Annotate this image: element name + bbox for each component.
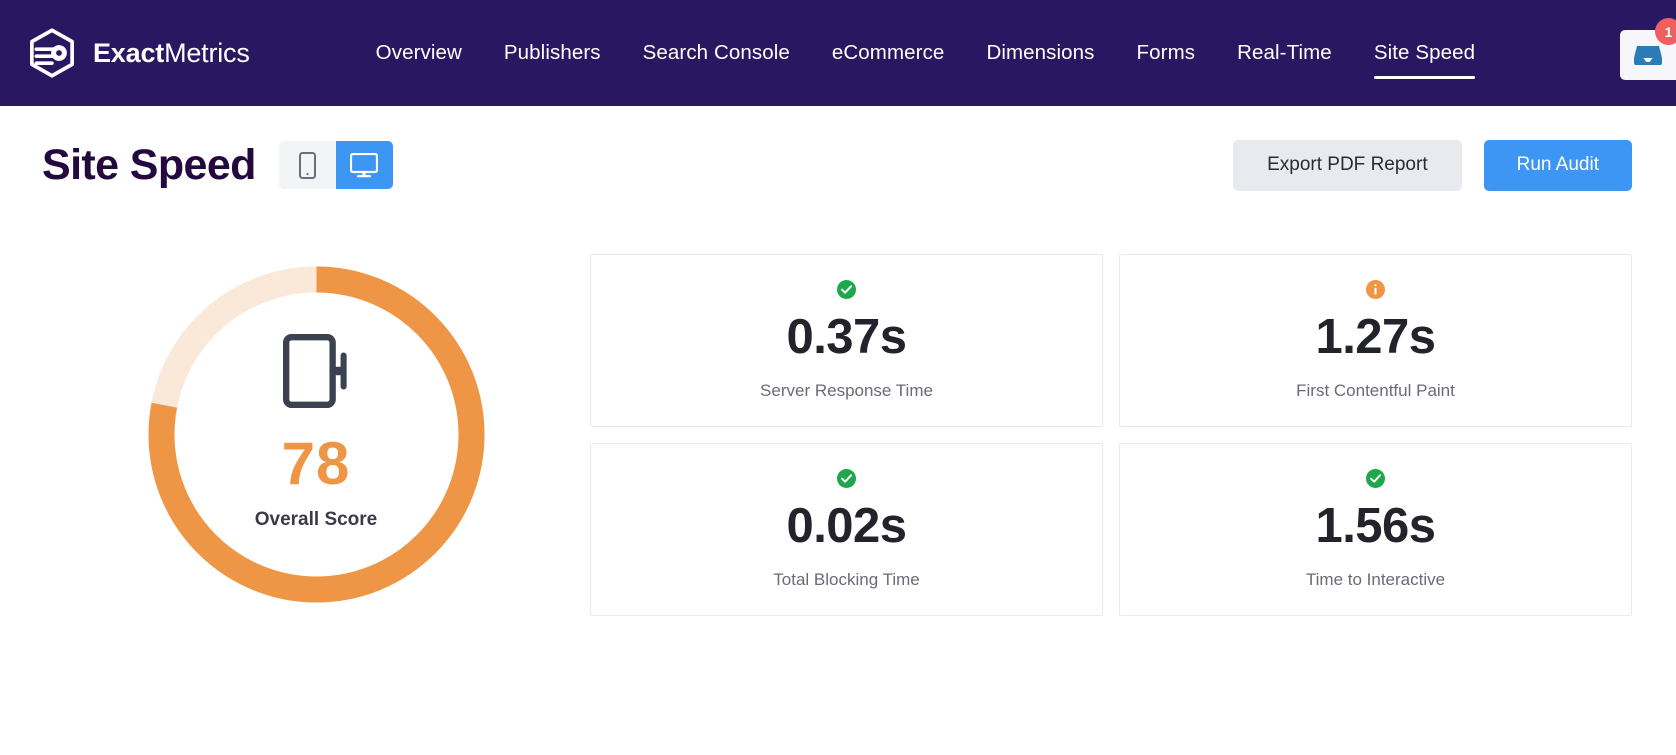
inbox-notification: 1 (1620, 18, 1676, 80)
device-toggle-mobile[interactable] (278, 141, 336, 189)
device-toggle-group (278, 141, 393, 189)
nav-label: Publishers (503, 41, 601, 64)
main-nav: Overview Publishers Search Console eComm… (355, 0, 1496, 106)
nav-item-dimensions[interactable]: Dimensions (965, 0, 1115, 106)
nav-item-publishers[interactable]: Publishers (483, 0, 622, 106)
metric-value: 1.27s (1315, 310, 1436, 365)
active-tab-underline (1373, 76, 1476, 79)
metric-value: 0.02s (786, 499, 907, 554)
nav-label: eCommerce (831, 41, 945, 64)
nav-item-search-console[interactable]: Search Console (622, 0, 811, 106)
metric-label: Time to Interactive (1305, 569, 1446, 589)
nav-label: Overview (375, 41, 462, 64)
nav-label: Search Console (642, 41, 790, 64)
metrics-grid: 0.37s Server Response Time 1.27s First C… (590, 254, 1632, 616)
metric-value: 0.37s (786, 310, 907, 365)
nav-item-overview[interactable]: Overview (355, 0, 483, 106)
inbox-tray-icon (1634, 46, 1662, 65)
brand-name: ExactMetrics (93, 38, 250, 69)
run-audit-button[interactable]: Run Audit (1483, 139, 1632, 191)
metric-label: First Contentful Paint (1296, 380, 1455, 400)
nav-item-ecommerce[interactable]: eCommerce (811, 0, 966, 106)
nav-label: Real-Time (1237, 41, 1332, 64)
top-navigation-bar: ExactMetrics Overview Publishers Search … (0, 0, 1676, 106)
mobile-phone-icon (298, 151, 316, 179)
export-pdf-report-button[interactable]: Export PDF Report (1233, 139, 1462, 191)
exactmetrics-hexagon-logo-icon (30, 28, 74, 78)
page-title: Site Speed (42, 140, 256, 189)
nav-label: Dimensions (986, 41, 1095, 64)
brand-logo[interactable]: ExactMetrics (24, 25, 250, 81)
nav-item-forms[interactable]: Forms (1116, 0, 1217, 106)
nav-label: Site Speed (1373, 41, 1476, 64)
nav-item-real-time[interactable]: Real-Time (1216, 0, 1353, 106)
donut-center-content: 78 Overall Score (144, 262, 489, 607)
desktop-monitor-icon (283, 334, 347, 408)
main-content: 78 Overall Score 0.37s Server Response T… (0, 224, 1676, 616)
metric-label: Server Response Time (760, 380, 933, 400)
nav-item-site-speed[interactable]: Site Speed (1353, 0, 1496, 106)
device-toggle-desktop[interactable] (335, 141, 393, 189)
header-actions: Export PDF Report Run Audit (1233, 139, 1632, 191)
metric-card-time-to-interactive: 1.56s Time to Interactive (1119, 443, 1632, 616)
metric-card-first-contentful-paint: 1.27s First Contentful Paint (1119, 254, 1632, 427)
metric-card-total-blocking-time: 0.02s Total Blocking Time (590, 443, 1103, 616)
overall-score-value: 78 (281, 430, 351, 497)
metric-value: 1.56s (1315, 499, 1436, 554)
nav-label: Forms (1136, 41, 1196, 64)
donut-device-icon-wrap (279, 334, 353, 408)
inbox-badge-count: 1 (1655, 18, 1676, 45)
desktop-monitor-icon (350, 152, 379, 177)
brand-name-regular: Metrics (164, 37, 250, 68)
overall-score-panel: 78 Overall Score (42, 254, 590, 616)
overall-score-donut: 78 Overall Score (144, 262, 489, 607)
check-circle-icon (1366, 469, 1385, 489)
brand-name-bold: Exact (93, 37, 165, 68)
metric-label: Total Blocking Time (773, 569, 920, 589)
metric-card-server-response-time: 0.37s Server Response Time (590, 254, 1103, 427)
overall-score-label: Overall Score (254, 509, 378, 530)
page-header: Site Speed Export PDF Report Run Audit (0, 106, 1676, 224)
info-circle-icon (1366, 280, 1385, 300)
check-circle-icon (837, 469, 856, 489)
check-circle-icon (837, 280, 856, 300)
